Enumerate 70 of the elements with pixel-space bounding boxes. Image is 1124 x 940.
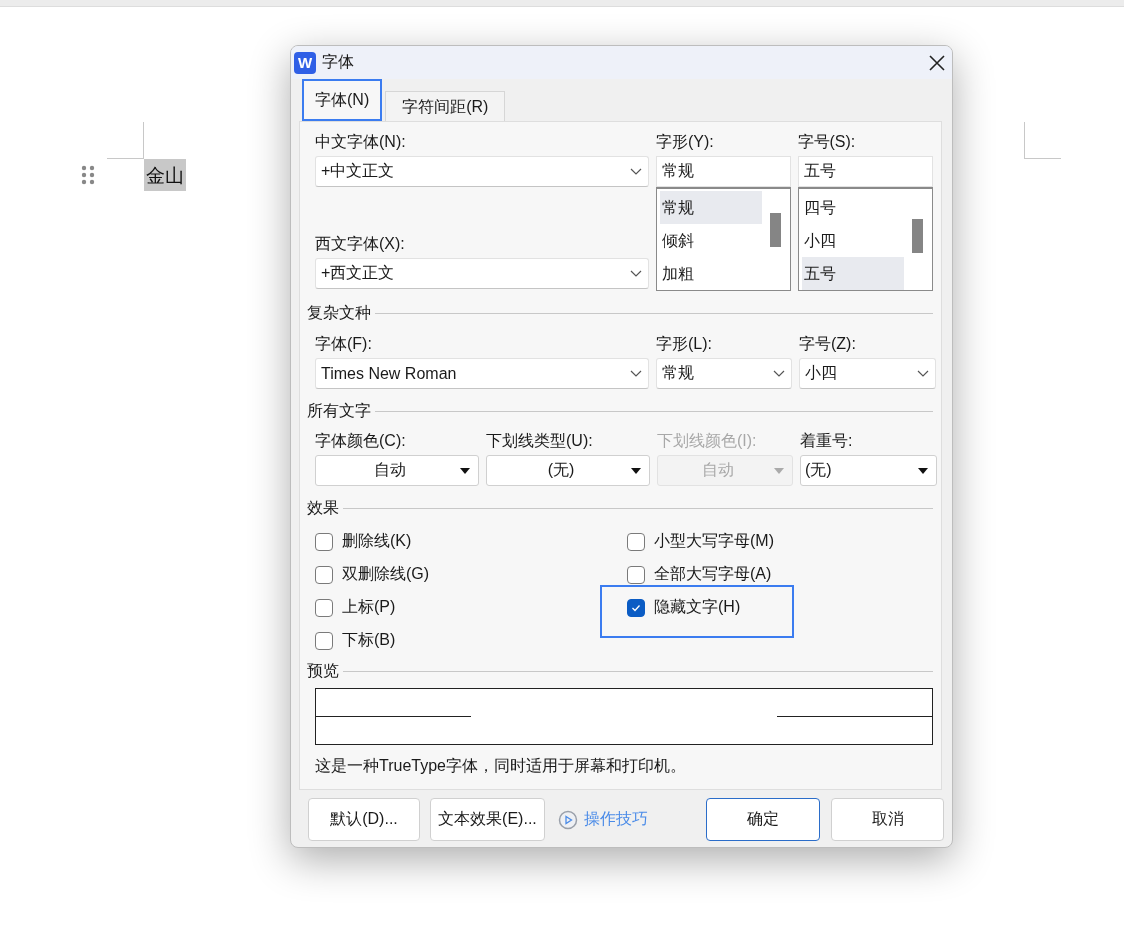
dropdown[interactable]: +西文正文 — [315, 258, 649, 289]
checkbox[interactable] — [627, 598, 645, 617]
dropdown[interactable]: Times New Roman — [315, 358, 649, 389]
scrollbar-thumb — [912, 219, 923, 253]
dropdown-arrow-icon — [918, 467, 928, 474]
checkbox-label: 双删除线(G) — [342, 564, 430, 584]
font-description: 这是一种TrueType字体，同时适用于屏幕和打印机。 — [315, 756, 687, 776]
checkbox[interactable] — [627, 532, 645, 551]
tab[interactable]: 字体(N) — [302, 79, 383, 121]
section-heading: 预览 — [307, 660, 339, 681]
checkbox-label: 全部大写字母(A) — [654, 564, 772, 584]
checkbox[interactable] — [315, 598, 333, 617]
list-item[interactable]: 四号 — [801, 191, 904, 224]
dropdown-arrow-icon — [774, 467, 784, 474]
dropdown[interactable]: 自动 — [315, 455, 479, 486]
dropdown[interactable]: +中文正文 — [315, 156, 649, 187]
dropdown-arrow-icon — [631, 467, 641, 474]
dropdown[interactable]: 常规 — [656, 358, 792, 389]
section-heading: 所有文字 — [307, 400, 371, 421]
checkbox-label: 隐藏文字(H) — [654, 597, 741, 617]
checkbox[interactable] — [315, 532, 333, 551]
dialog-button[interactable]: 文本效果(E)... — [430, 798, 545, 841]
window-title: 字体 — [322, 52, 354, 72]
drag-handle-icon[interactable] — [81, 165, 95, 185]
scrollbar-thumb — [769, 213, 781, 247]
checkbox-label: 下标(B) — [342, 630, 396, 650]
section-heading: 复杂文种 — [307, 302, 371, 323]
checkbox[interactable] — [627, 565, 645, 584]
play-circle-icon — [557, 809, 578, 830]
checkbox-label: 删除线(K) — [342, 531, 412, 551]
text-field[interactable]: 五号 — [797, 156, 933, 187]
field-label: 西文字体(X): — [315, 234, 406, 254]
ok-button[interactable]: 确定 — [706, 798, 821, 841]
chevron-down-icon — [773, 370, 785, 377]
field-label: 字体颜色(C): — [315, 431, 407, 451]
field-label: 下划线类型(U): — [486, 431, 594, 451]
dialog-button[interactable]: 默认(D)... — [308, 798, 420, 841]
dropdown-arrow-icon — [460, 467, 470, 474]
chevron-down-icon — [630, 370, 642, 377]
list-item[interactable]: 加粗 — [660, 257, 762, 290]
checkbox[interactable] — [315, 631, 333, 650]
field-label: 字号(S): — [797, 132, 857, 152]
chevron-down-icon — [917, 370, 929, 377]
chevron-down-icon — [630, 270, 642, 277]
check-icon — [631, 603, 641, 612]
checkbox[interactable] — [315, 565, 333, 584]
list-item[interactable]: 五号 — [801, 257, 904, 290]
field-label: 下划线颜色(I): — [657, 431, 758, 451]
dialog-button[interactable]: 取消 — [831, 798, 944, 841]
app-logo: W — [294, 51, 316, 74]
field-label: 字体(F): — [315, 334, 373, 354]
list-item[interactable]: 倾斜 — [660, 224, 762, 257]
checkbox-label: 小型大写字母(M) — [654, 531, 774, 551]
selected-text: 金山 — [144, 159, 186, 191]
field-label: 字形(L): — [656, 334, 713, 354]
text-field[interactable]: 常规 — [656, 156, 791, 187]
chevron-down-icon — [630, 168, 642, 175]
dropdown[interactable]: (无) — [800, 455, 937, 486]
close-icon[interactable] — [928, 53, 946, 72]
list-item[interactable]: 常规 — [660, 191, 762, 224]
dropdown[interactable]: 小四 — [799, 358, 936, 389]
field-label: 中文字体(N): — [315, 132, 407, 152]
list-item[interactable]: 小四 — [801, 224, 904, 257]
dropdown[interactable]: (无) — [486, 455, 650, 486]
checkbox-label: 上标(P) — [342, 597, 396, 617]
section-heading: 效果 — [307, 497, 339, 518]
field-label: 字号(Z): — [799, 334, 857, 354]
tab[interactable]: 字符间距(R) — [385, 91, 506, 122]
field-label: 字形(Y): — [656, 132, 715, 152]
field-label: 着重号: — [800, 431, 854, 451]
